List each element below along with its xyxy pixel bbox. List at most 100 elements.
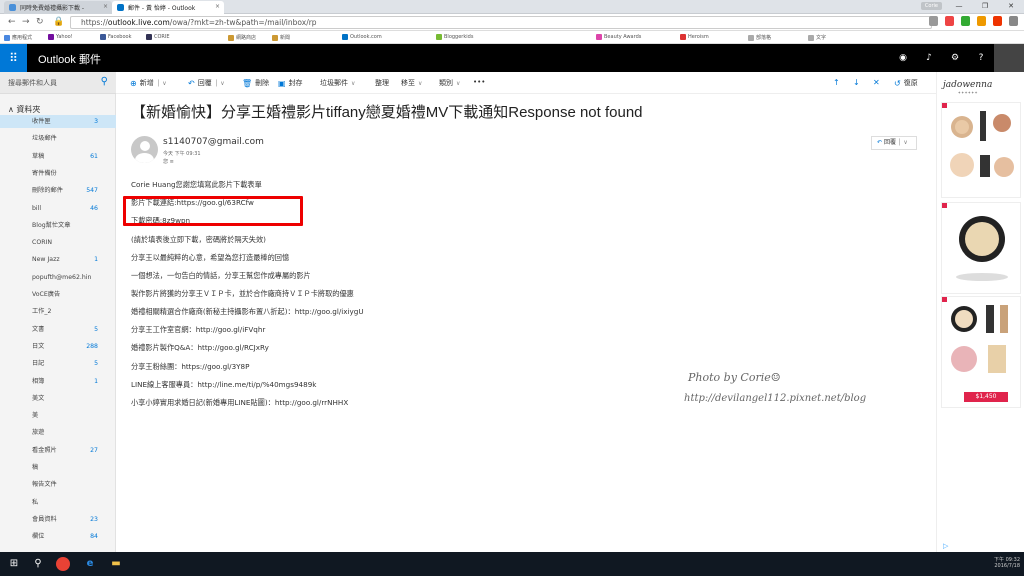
chevron-down-icon[interactable]: │ ∨ bbox=[215, 80, 225, 87]
folder-item[interactable]: popufth@me62.hin bbox=[0, 271, 116, 284]
folder-item[interactable]: 旅遊 bbox=[0, 426, 116, 439]
close-tab-icon[interactable]: × bbox=[103, 3, 108, 10]
folder-header[interactable]: ∧ 資料夾 bbox=[8, 104, 40, 115]
adchoices-icon[interactable]: ▷ bbox=[943, 542, 948, 550]
back-icon[interactable]: ← bbox=[8, 17, 16, 27]
folder-item[interactable]: 寄件備份 bbox=[0, 167, 116, 180]
archive-button[interactable]: ▣ 封存 bbox=[278, 78, 303, 88]
folder-item[interactable]: 美文 bbox=[0, 392, 116, 405]
extension-icon[interactable] bbox=[977, 16, 986, 26]
extension-icon[interactable] bbox=[961, 16, 970, 26]
app-launcher-icon[interactable]: ⠿ bbox=[0, 44, 27, 72]
gear-icon[interactable]: ⚙ bbox=[942, 44, 968, 72]
bookmark-item[interactable]: 文字 bbox=[808, 34, 826, 41]
chrome-icon[interactable] bbox=[56, 557, 70, 571]
ad-product-card[interactable] bbox=[941, 102, 1021, 198]
minimize-button[interactable]: — bbox=[946, 0, 972, 14]
folder-item[interactable]: 美 bbox=[0, 409, 116, 422]
search-icon[interactable]: ⚲ bbox=[101, 76, 108, 87]
bookmark-item[interactable]: Bloggerkids bbox=[436, 34, 473, 40]
folder-item[interactable]: CORIN bbox=[0, 236, 116, 249]
folder-item[interactable]: 欄位 84 bbox=[0, 530, 116, 543]
search-icon[interactable]: ⚲ bbox=[30, 556, 46, 572]
folder-item[interactable]: 看金照片 27 bbox=[0, 444, 116, 457]
inline-reply-button[interactable]: ↶ 回覆 │ ∨ bbox=[871, 136, 917, 150]
extension-icon[interactable] bbox=[929, 16, 938, 26]
app-title[interactable]: Outlook 郵件 bbox=[38, 51, 101, 67]
search-input[interactable]: 搜尋郵件和人員 bbox=[8, 78, 57, 88]
extension-icon[interactable] bbox=[993, 16, 1002, 26]
message-recipient[interactable]: 您 ≡ bbox=[163, 158, 174, 165]
close-icon[interactable]: ✕ bbox=[873, 78, 880, 87]
folder-item[interactable]: 日文 288 bbox=[0, 340, 116, 353]
browser-tab-active[interactable]: 郵件 - 黃 怡婷 - Outlook × bbox=[112, 1, 224, 14]
bookmark-item[interactable]: Beauty Awards bbox=[596, 34, 641, 40]
bookmark-item[interactable]: Facebook bbox=[100, 34, 132, 40]
url-input[interactable]: https://outlook.live.com/owa/?mkt=zh-tw&… bbox=[70, 16, 932, 29]
browser-tab[interactable]: 同時免費婚禮攝影下載 - × bbox=[4, 1, 112, 14]
folder-item[interactable]: Blog幫忙文章 bbox=[0, 219, 116, 232]
forward-icon[interactable]: → bbox=[22, 17, 30, 27]
junk-button[interactable]: 垃圾郵件 ∨ bbox=[320, 78, 355, 88]
bookmark-item[interactable]: 應用程式 bbox=[4, 34, 32, 41]
notifications-bell-icon[interactable]: ♪ bbox=[916, 44, 942, 72]
folder-item[interactable]: 相簿 1 bbox=[0, 375, 116, 388]
move-button[interactable]: 移至 ∨ bbox=[401, 78, 422, 88]
ad-price[interactable]: $1,450 bbox=[964, 392, 1008, 402]
chevron-down-icon[interactable]: │ ∨ bbox=[157, 80, 167, 87]
bookmark-item[interactable]: Heroism bbox=[680, 34, 709, 40]
close-tab-icon[interactable]: × bbox=[215, 3, 220, 10]
folder-item[interactable]: 私 bbox=[0, 496, 116, 509]
folder-item[interactable]: New Jazz 1 bbox=[0, 253, 116, 266]
previous-message-icon[interactable]: ↑ bbox=[833, 78, 840, 87]
next-message-icon[interactable]: ↓ bbox=[853, 78, 860, 87]
folder-item[interactable]: 日記 5 bbox=[0, 357, 116, 370]
ad-rail[interactable]: jadowenna ✦✦✦✦✦✦ $1,450 ▷ bbox=[936, 72, 1024, 552]
ad-product-card[interactable] bbox=[941, 202, 1021, 294]
folder-item[interactable]: 工作_2 bbox=[0, 305, 116, 318]
help-icon[interactable]: ? bbox=[968, 44, 994, 72]
folder-item[interactable]: VoCE廣告 bbox=[0, 288, 116, 301]
file-explorer-icon[interactable]: ▬ bbox=[108, 556, 124, 572]
ad-product-card[interactable]: $1,450 bbox=[941, 296, 1021, 408]
sender-avatar[interactable] bbox=[131, 136, 158, 163]
folder-name: Blog幫忙文章 bbox=[32, 221, 71, 229]
undo-button[interactable]: ↺ 復原 bbox=[894, 78, 918, 88]
folder-item[interactable]: 報告文件 bbox=[0, 478, 116, 491]
search-box[interactable]: 搜尋郵件和人員 ⚲ bbox=[0, 72, 116, 94]
folder-item[interactable]: 會員資料 23 bbox=[0, 513, 116, 526]
folder-item[interactable]: 垃圾郵件 bbox=[0, 132, 116, 145]
bookmark-item[interactable]: 部落格 bbox=[748, 34, 771, 41]
extension-icon[interactable] bbox=[945, 16, 954, 26]
profile-chip[interactable]: Corie bbox=[920, 2, 942, 10]
bookmark-item[interactable]: Outlook.com bbox=[342, 34, 382, 40]
folder-item[interactable]: 稿 bbox=[0, 461, 116, 474]
chevron-down-icon[interactable]: │ ∨ bbox=[898, 139, 908, 146]
menu-icon[interactable] bbox=[1009, 16, 1018, 26]
reply-button[interactable]: ↶ 回覆 │ ∨ bbox=[188, 78, 225, 88]
bookmark-item[interactable]: 新聞 bbox=[272, 34, 290, 41]
system-clock[interactable]: 下午 09:32 2016/7/18 bbox=[994, 557, 1020, 569]
folder-item[interactable]: 刪除的郵件 547 bbox=[0, 184, 116, 197]
windows-start-icon[interactable]: ⊞ bbox=[6, 556, 22, 572]
maximize-button[interactable]: ❐ bbox=[972, 0, 998, 14]
delete-button[interactable]: 🗑 刪除 bbox=[242, 78, 269, 88]
sender-address[interactable]: s1140707@gmail.com bbox=[163, 137, 264, 147]
new-button[interactable]: ⊕ 新增 │ ∨ bbox=[130, 78, 167, 88]
categories-button[interactable]: 類別 ∨ bbox=[439, 78, 460, 88]
edge-icon[interactable]: e bbox=[82, 556, 98, 572]
bookmark-item[interactable]: CORIE bbox=[146, 34, 170, 40]
account-avatar[interactable] bbox=[994, 44, 1024, 72]
sweep-button[interactable]: 整理 bbox=[375, 78, 389, 88]
reload-icon[interactable]: ↻ bbox=[36, 17, 44, 27]
folder-item[interactable]: bill 46 bbox=[0, 202, 116, 215]
skype-icon[interactable]: ◉ bbox=[890, 44, 916, 72]
folder-item[interactable]: 收件匣 3 bbox=[0, 115, 116, 128]
close-window-button[interactable]: ✕ bbox=[998, 0, 1024, 14]
more-button[interactable]: ••• bbox=[473, 78, 485, 86]
folder-item[interactable]: 草稿 61 bbox=[0, 150, 116, 163]
bookmark-item[interactable]: Yahoo! bbox=[48, 34, 73, 40]
bookmark-item[interactable]: 網路商店 bbox=[228, 34, 256, 41]
body-line: (請於填表後立即下載，密碼將於隔天失效) bbox=[131, 235, 266, 244]
folder-item[interactable]: 文書 5 bbox=[0, 323, 116, 336]
